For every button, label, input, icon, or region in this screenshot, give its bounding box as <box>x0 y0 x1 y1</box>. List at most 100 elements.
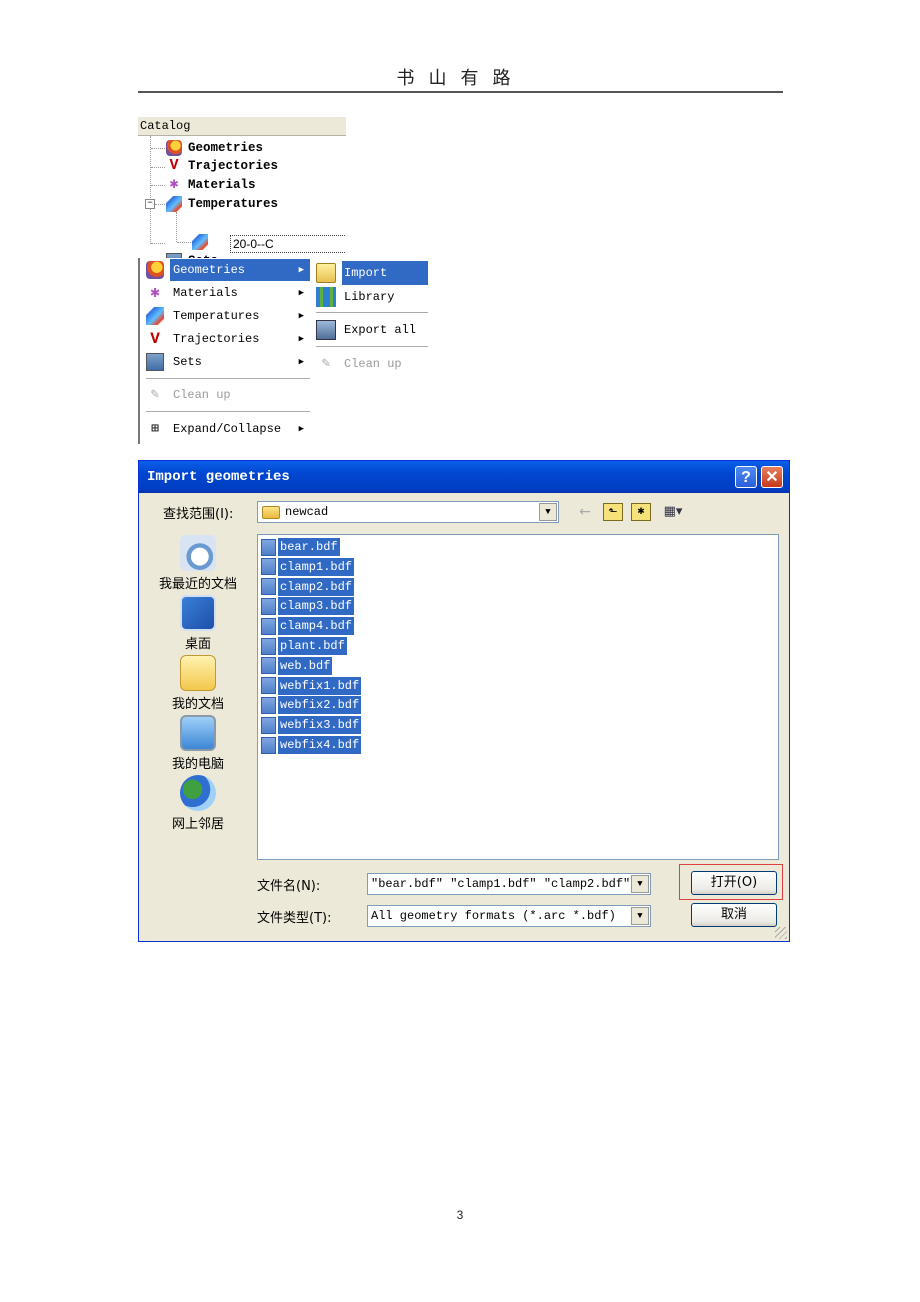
menu-item-label: Sets <box>173 355 202 369</box>
tree-item-label: Temperatures <box>188 197 279 211</box>
file-item[interactable]: webfix1.bdf <box>261 676 362 695</box>
close-button[interactable]: ✕ <box>761 466 783 488</box>
tree-line <box>151 167 165 168</box>
catalog-title: Catalog <box>138 117 346 136</box>
open-folder-icon <box>316 263 336 283</box>
menu-item-label: Geometries <box>170 259 310 281</box>
place-network[interactable]: 网上邻居 <box>145 775 251 832</box>
file-item[interactable]: webfix4.bdf <box>261 736 362 754</box>
filetype-select[interactable]: All geometry formats (*.arc *.bdf) ▼ <box>367 905 651 927</box>
file-item[interactable]: clamp1.bdf <box>261 557 355 576</box>
tree-item-label: Materials <box>188 178 256 192</box>
file-item[interactable]: bear.bdf <box>261 538 340 556</box>
dialog-toolbar: ← ⬑ ✱ ▦▾ <box>575 501 687 523</box>
menu-item-label: Clean up <box>173 388 231 402</box>
tree-item-materials[interactable]: ✱ Materials <box>166 176 256 194</box>
menu-item-temperatures[interactable]: Temperatures ▶ <box>142 305 310 327</box>
file-item[interactable]: plant.bdf <box>261 637 347 655</box>
menu-item-sets[interactable]: Sets ▶ <box>142 351 310 373</box>
look-in-value: newcad <box>285 505 329 519</box>
tree-item-geometries[interactable]: Geometries <box>166 139 263 157</box>
file-item[interactable]: webfix3.bdf <box>261 716 362 735</box>
menu-item-label: Materials <box>173 286 238 300</box>
dropdown-arrow-icon[interactable]: ▼ <box>539 503 557 521</box>
file-item[interactable]: clamp4.bdf <box>261 617 355 636</box>
desktop-icon <box>180 595 216 631</box>
file-item[interactable]: webfix2.bdf <box>261 696 362 715</box>
network-places-icon <box>180 775 216 811</box>
menu-separator <box>316 312 428 313</box>
menu-separator <box>316 346 428 347</box>
bdf-file-icon <box>261 597 276 615</box>
submenu-item-label: Clean up <box>344 357 402 371</box>
menu-item-clean-up[interactable]: ✎ Clean up <box>142 384 310 406</box>
geometries-submenu: Import Library Export all ✎ Clean up <box>312 258 428 378</box>
place-label: 我的电脑 <box>171 757 224 772</box>
submenu-arrow-icon: ▶ <box>298 424 304 434</box>
file-name: clamp3.bdf <box>278 597 355 616</box>
resize-grip[interactable] <box>775 927 787 939</box>
import-geometries-dialog: Import geometries ? ✕ 查找范围(I): newcad ▼ … <box>138 460 790 942</box>
filename-input[interactable]: "bear.bdf" "clamp1.bdf" "clamp2.bdf" " ▼ <box>367 873 651 895</box>
back-icon[interactable]: ← <box>575 503 595 521</box>
broom-icon: ✎ <box>150 387 160 403</box>
tree-line <box>151 243 165 244</box>
catalog-panel: Catalog Geometries V Trajectories ✱ Mate… <box>138 117 346 269</box>
temperature-item-icon <box>192 234 208 250</box>
submenu-item-label: Export all <box>344 323 417 337</box>
bdf-file-icon <box>261 696 276 714</box>
submenu-arrow-icon: ▶ <box>298 334 304 344</box>
save-disk-icon <box>316 320 336 340</box>
menu-item-trajectories[interactable]: V Trajectories ▶ <box>142 328 310 350</box>
my-computer-icon <box>180 715 216 751</box>
file-item[interactable]: web.bdf <box>261 656 333 675</box>
file-item[interactable]: clamp3.bdf <box>261 597 355 616</box>
open-button[interactable]: 打开(O) <box>691 871 777 895</box>
view-menu-icon[interactable]: ▦▾ <box>659 503 687 521</box>
help-button[interactable]: ? <box>735 466 757 488</box>
submenu-item-import[interactable]: Import <box>312 261 428 285</box>
place-my-documents[interactable]: 我的文档 <box>145 655 251 712</box>
submenu-item-library[interactable]: Library <box>312 285 428 309</box>
tree-item-temperatures[interactable]: Temperatures <box>166 195 278 213</box>
library-icon <box>316 287 336 307</box>
place-my-computer[interactable]: 我的电脑 <box>145 715 251 772</box>
place-label: 网上邻居 <box>171 817 224 832</box>
look-in-select[interactable]: newcad ▼ <box>257 501 559 523</box>
expand-collapse-icon: ⊞ <box>151 421 159 436</box>
geometries-icon <box>146 261 164 279</box>
file-list[interactable]: bear.bdf clamp1.bdf clamp2.bdf clamp3.bdf cl… <box>257 534 779 860</box>
tree-item-trajectories[interactable]: V Trajectories <box>166 157 278 175</box>
place-recent-documents[interactable]: 我最近的文档 <box>145 535 251 592</box>
collapse-toggle[interactable]: − <box>145 199 155 209</box>
tree-item-label: Trajectories <box>188 159 279 173</box>
cancel-button[interactable]: 取消 <box>691 903 777 927</box>
recent-documents-icon <box>180 535 216 571</box>
new-folder-icon[interactable]: ✱ <box>631 503 651 521</box>
page-number: 3 <box>456 1208 464 1222</box>
submenu-arrow-icon: ▶ <box>298 265 304 275</box>
my-documents-icon <box>180 655 216 691</box>
submenu-item-export-all[interactable]: Export all <box>312 318 428 342</box>
submenu-arrow-icon: ▶ <box>298 288 304 298</box>
dropdown-arrow-icon[interactable]: ▼ <box>631 875 649 893</box>
submenu-item-clean-up[interactable]: ✎ Clean up <box>312 352 428 376</box>
menu-item-materials[interactable]: ✱ Materials ▶ <box>142 282 310 304</box>
dialog-titlebar: Import geometries ? ✕ <box>139 461 789 493</box>
file-item[interactable]: clamp2.bdf <box>261 577 355 596</box>
folder-icon <box>262 505 280 519</box>
header-rule <box>138 91 783 93</box>
bdf-file-icon <box>261 637 276 655</box>
dropdown-arrow-icon[interactable]: ▼ <box>631 907 649 925</box>
look-in-label: 查找范围(I): <box>163 507 234 522</box>
tree-line <box>150 136 151 244</box>
tree-line <box>151 185 165 186</box>
file-name: webfix2.bdf <box>278 696 362 715</box>
submenu-item-label: Library <box>344 290 395 304</box>
place-desktop[interactable]: 桌面 <box>145 595 251 652</box>
filename-label: 文件名(N): <box>257 879 321 894</box>
menu-item-expand-collapse[interactable]: ⊞ Expand/Collapse ▶ <box>142 418 310 440</box>
tree-item-temperature-20-0-c[interactable]: 20-0--C <box>230 235 345 253</box>
menu-item-geometries[interactable]: Geometries ▶ <box>142 259 310 281</box>
up-folder-icon[interactable]: ⬑ <box>603 503 623 521</box>
